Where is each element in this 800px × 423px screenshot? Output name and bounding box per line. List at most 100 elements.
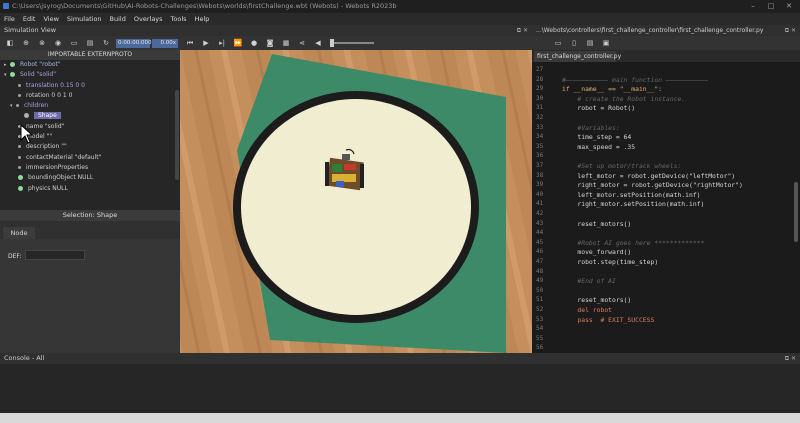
def-input[interactable] xyxy=(25,250,85,260)
code-line[interactable]: robot.step(time_step) xyxy=(562,258,658,266)
tree-field-children[interactable]: ▾ children xyxy=(0,101,180,111)
menu-file[interactable]: File xyxy=(4,15,15,23)
step-icon[interactable]: ▸| xyxy=(216,38,228,48)
menu-view[interactable]: View xyxy=(43,15,58,23)
line-number: 29 xyxy=(536,85,544,93)
maximize-button[interactable]: □ xyxy=(762,0,780,13)
3d-scene[interactable] xyxy=(180,50,532,353)
menu-tools[interactable]: Tools xyxy=(171,15,187,23)
tab-controller-file[interactable]: first_challenge_controller.py xyxy=(534,51,621,62)
line-number: 37 xyxy=(536,162,544,169)
def-label: DEF: xyxy=(8,253,22,260)
play-icon[interactable]: ▶ xyxy=(200,38,212,48)
add-node-icon[interactable]: ⊕ xyxy=(20,38,32,48)
code-line[interactable]: reset_motors() xyxy=(562,296,631,304)
menu-help[interactable]: Help xyxy=(195,15,210,23)
volume-slider[interactable] xyxy=(330,39,374,47)
record-icon[interactable]: ● xyxy=(248,38,260,48)
tree-field-bounding-object[interactable]: boundingObject NULL xyxy=(0,173,180,183)
menu-simulation[interactable]: Simulation xyxy=(67,15,102,23)
code-line[interactable]: #Robot AI goes here ************* xyxy=(562,239,704,247)
code-line[interactable]: #Variables: xyxy=(562,124,619,132)
tree-item-robot[interactable]: ▸ Robot "robot" xyxy=(0,60,180,70)
line-number: 54 xyxy=(536,325,544,333)
close-button[interactable]: ✕ xyxy=(780,0,798,13)
code-line[interactable]: max_speed = .35 xyxy=(562,143,635,151)
arena-surface xyxy=(241,99,471,315)
editor-scrollbar[interactable] xyxy=(794,182,798,242)
tree-toggle-icon[interactable]: ◧ xyxy=(4,38,16,48)
code-line[interactable]: if __name__ == "__main__": xyxy=(562,85,662,93)
line-number: 30 xyxy=(536,94,544,102)
selection-title: Selection: Shape xyxy=(0,210,180,221)
open-icon[interactable]: ▭ xyxy=(68,38,80,48)
code-line[interactable]: del robot xyxy=(562,306,612,314)
line-number: 55 xyxy=(536,334,544,342)
menu-build[interactable]: Build xyxy=(110,15,126,23)
reload-icon[interactable]: ↻ xyxy=(100,38,112,48)
menu-bar: File Edit View Simulation Build Overlays… xyxy=(0,13,800,25)
share-icon[interactable]: ⋖ xyxy=(296,38,308,48)
code-line[interactable]: # create the Robot instance. xyxy=(562,95,685,103)
panel-controls[interactable]: ⧉ ✕ xyxy=(517,25,528,36)
code-line[interactable]: left_motor.setPosition(math.inf) xyxy=(562,191,700,199)
save-all-icon[interactable]: ▣ xyxy=(600,38,612,48)
line-number: 28 xyxy=(536,75,544,83)
console-panel-controls[interactable]: ⧉ ✕ xyxy=(785,353,796,364)
code-line[interactable]: robot = Robot() xyxy=(562,104,635,112)
status-bar xyxy=(0,413,800,423)
editor-tabs: first_challenge_controller.py xyxy=(532,50,800,62)
code-line[interactable]: time_step = 64 xyxy=(562,133,631,141)
code-line[interactable]: left_motor = robot.getDevice("leftMotor"… xyxy=(562,172,735,180)
editor-path: ...\Webots\controllers\first_challenge_c… xyxy=(536,27,764,34)
tree-field-contact-material[interactable]: contactMaterial "default" xyxy=(0,153,180,163)
step-back-icon[interactable]: ⏮ xyxy=(184,38,196,48)
eye-icon[interactable]: ◉ xyxy=(52,38,64,48)
code-line[interactable]: #End of AI xyxy=(562,277,616,285)
simulation-view-title: Simulation View xyxy=(4,26,57,34)
code-line[interactable]: right_motor = robot.getDevice("rightMoto… xyxy=(562,181,742,189)
save-icon[interactable]: ▤ xyxy=(84,38,96,48)
line-number: 45 xyxy=(536,238,544,246)
tree-field-physics[interactable]: physics NULL xyxy=(0,184,180,194)
menu-edit[interactable]: Edit xyxy=(23,15,36,23)
code-line[interactable]: right_motor.setPosition(math.inf) xyxy=(562,200,704,208)
code-line[interactable]: #——————————— main function ——————————— xyxy=(562,76,708,84)
tree-field-rotation[interactable]: rotation 0 0 1 0 xyxy=(0,91,180,101)
3d-view[interactable] xyxy=(180,50,532,353)
line-number: 48 xyxy=(536,267,544,275)
tree-item-solid[interactable]: ▾ Solid "solid" xyxy=(0,70,180,80)
tab-node[interactable]: Node xyxy=(3,227,35,239)
code-editor[interactable]: 27 28 #——————————— main function —————————… xyxy=(532,62,800,353)
screenshot-icon[interactable]: ◙ xyxy=(264,38,276,48)
save-file-icon[interactable]: ▤ xyxy=(584,38,596,48)
code-line[interactable]: #Set up motor/track wheels: xyxy=(562,162,681,170)
scene-tree-header: IMPORTABLE EXTERNPROTO xyxy=(0,50,180,60)
code-line[interactable]: move_forward() xyxy=(562,248,631,256)
volume-icon[interactable]: ◀ xyxy=(312,38,324,48)
tree-item-shape[interactable]: Shape xyxy=(0,111,180,121)
new-file-icon[interactable]: ▭ xyxy=(552,38,564,48)
open-file-icon[interactable]: ▯ xyxy=(568,38,580,48)
tree-field-immersion-properties[interactable]: immersionProperties xyxy=(0,163,180,173)
line-number: 35 xyxy=(536,142,544,150)
reset-icon[interactable]: ⊗ xyxy=(36,38,48,48)
line-number: 43 xyxy=(536,219,544,227)
scene-tree-scrollbar[interactable] xyxy=(175,90,179,180)
line-number: 42 xyxy=(536,210,544,217)
simulation-view-header: Simulation View ⧉ ✕ xyxy=(0,25,532,36)
line-number: 31 xyxy=(536,104,544,112)
movie-icon[interactable]: ▦ xyxy=(280,38,292,48)
editor-panel-controls[interactable]: ⧉ ✕ xyxy=(785,25,796,36)
line-number: 38 xyxy=(536,171,544,179)
code-line[interactable]: reset_motors() xyxy=(562,220,631,228)
code-line[interactable]: pass # EXIT_SUCCESS xyxy=(562,316,654,324)
minimize-button[interactable]: – xyxy=(744,0,762,13)
console-panel: Console - All ⧉ ✕ xyxy=(0,353,800,423)
fast-forward-icon[interactable]: ⏩ xyxy=(232,38,244,48)
editor-toolbar: ▭ ▯ ▤ ▣ xyxy=(532,36,800,50)
tree-field-translation[interactable]: translation 0.15 0 0 xyxy=(0,81,180,91)
menu-overlays[interactable]: Overlays xyxy=(134,15,163,23)
line-number: 49 xyxy=(536,277,544,285)
line-number: 27 xyxy=(536,66,544,73)
